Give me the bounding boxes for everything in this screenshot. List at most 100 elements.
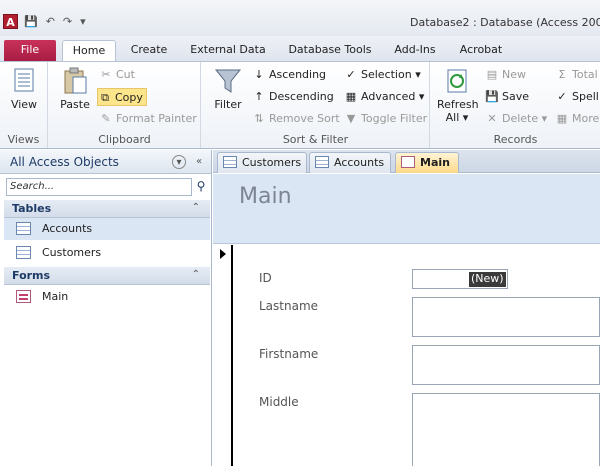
selection-button[interactable]: ✓ Selection ▾	[344, 66, 420, 84]
delete-label: Delete	[502, 112, 539, 125]
table-icon	[315, 156, 329, 168]
spelling-label: Spell	[572, 90, 599, 103]
refresh-sub-label: All	[445, 111, 460, 124]
selection-filter-icon: ✓	[346, 68, 356, 81]
delete-icon: ✕	[487, 112, 497, 125]
spelling-icon: ✓	[557, 90, 567, 103]
descending-label: Descending	[269, 90, 334, 103]
collapse-icon[interactable]: ⌃	[192, 269, 200, 280]
tab-create[interactable]: Create	[124, 40, 174, 61]
remove-sort-icon: ⇅	[254, 112, 264, 125]
refresh-all-button[interactable]: Refresh All ▾	[437, 66, 479, 124]
view-label: View	[10, 98, 38, 111]
redo-icon[interactable]: ↷	[63, 14, 72, 29]
copy-button[interactable]: ⧉ Copy	[97, 88, 147, 106]
more-button[interactable]: ▦ More	[555, 110, 599, 128]
tab-external-data[interactable]: External Data	[184, 40, 272, 61]
doc-tab-label: Accounts	[334, 156, 385, 169]
collapse-icon[interactable]: ⌃	[192, 202, 200, 213]
refresh-label: Refresh	[437, 98, 479, 111]
tab-add-ins[interactable]: Add-Ins	[386, 40, 444, 61]
table-icon	[223, 156, 237, 168]
nav-item-main[interactable]: Main	[4, 286, 210, 308]
views-group-label: Views	[7, 133, 40, 146]
middle-field[interactable]	[412, 393, 600, 466]
new-label: New	[502, 68, 526, 81]
scissors-icon: ✂	[101, 68, 111, 81]
form-icon	[401, 156, 415, 168]
firstname-field[interactable]	[412, 345, 600, 385]
save-record-button[interactable]: 💾 Save	[485, 88, 529, 106]
document-tab-bar: Customers Accounts Main	[213, 150, 600, 173]
sort-descending-button[interactable]: ↑ Descending	[252, 88, 334, 106]
nav-section-tables[interactable]: Tables ⌃	[4, 200, 210, 218]
nav-section-tables-label: Tables	[12, 202, 52, 215]
remove-sort-button[interactable]: ⇅ Remove Sort	[252, 110, 339, 128]
view-button[interactable]: View	[6, 66, 42, 111]
doc-tab-main[interactable]: Main	[395, 152, 459, 173]
tab-home[interactable]: Home	[62, 40, 116, 61]
sigma-icon: Σ	[558, 68, 566, 81]
nav-item-customers[interactable]: Customers	[4, 242, 210, 264]
nav-search-input[interactable]: Search...	[6, 178, 192, 196]
current-record-arrow-icon	[220, 249, 226, 259]
record-selector[interactable]	[213, 245, 233, 466]
new-record-button[interactable]: ▤ New	[485, 66, 526, 84]
ascending-label: Ascending	[269, 68, 327, 81]
ribbon-tab-bar: File Home Create External Data Database …	[0, 36, 600, 61]
search-icon[interactable]: ⚲	[192, 178, 210, 196]
spelling-button[interactable]: ✓ Spell	[555, 88, 599, 106]
lastname-field[interactable]	[412, 297, 600, 337]
copy-icon: ⧉	[101, 91, 109, 104]
cut-label: Cut	[116, 68, 135, 81]
nav-menu-dropdown-icon[interactable]: ▾	[172, 155, 186, 169]
clipboard-group: Paste ✂ Cut ⧉ Copy ✎ Format Painter Clipboa…	[49, 62, 201, 148]
copy-label: Copy	[115, 91, 143, 104]
doc-tab-customers[interactable]: Customers	[217, 152, 307, 173]
navigation-pane: All Access Objects ▾ « Search... ⚲ Table…	[0, 150, 212, 466]
tab-database-tools[interactable]: Database Tools	[282, 40, 378, 61]
toggle-filter-label: Toggle Filter	[361, 112, 428, 125]
lastname-label: Lastname	[259, 299, 319, 313]
shutter-bar-close-icon[interactable]: «	[192, 155, 206, 169]
toggle-filter-button[interactable]: ▼ Toggle Filter	[344, 110, 427, 128]
undo-icon[interactable]: ↶	[46, 14, 55, 29]
tab-file[interactable]: File	[4, 40, 56, 61]
filter-button[interactable]: Filter	[210, 66, 246, 111]
nav-item-label: Accounts	[42, 222, 93, 235]
tab-acrobat[interactable]: Acrobat	[452, 40, 510, 61]
new-record-value: (New)	[469, 272, 506, 287]
delete-record-button[interactable]: ✕ Delete ▾	[485, 110, 547, 128]
form-main: Main ID (New) Lastname Firstname Middle	[213, 174, 600, 466]
quick-access-toolbar: 💾 ↶ ↷ ▾	[24, 14, 86, 29]
ribbon: View Views Paste ✂ Cut ⧉ Copy ✎ Format Pain…	[0, 61, 600, 149]
customize-toolbar-icon[interactable]: ▾	[80, 14, 86, 29]
sort-ascending-button[interactable]: ↓ Ascending	[252, 66, 326, 84]
table-icon	[16, 246, 31, 259]
doc-tab-label: Customers	[242, 156, 302, 169]
records-group-label: Records	[493, 133, 538, 146]
middle-label: Middle	[259, 395, 299, 409]
format-painter-button[interactable]: ✎ Format Painter	[99, 110, 196, 128]
advanced-button[interactable]: ▦ Advanced ▾	[344, 88, 425, 106]
nav-section-forms-label: Forms	[12, 269, 51, 282]
nav-item-accounts[interactable]: Accounts	[4, 218, 210, 240]
access-app-icon[interactable]: A	[3, 14, 18, 29]
clipboard-group-label: Clipboard	[98, 133, 151, 146]
nav-item-label: Main	[42, 290, 69, 303]
nav-section-forms[interactable]: Forms ⌃	[4, 267, 210, 285]
nav-pane-header[interactable]: All Access Objects ▾ «	[0, 150, 211, 174]
cut-button[interactable]: ✂ Cut	[99, 66, 135, 84]
advanced-label: Advanced	[361, 90, 416, 103]
save-icon[interactable]: 💾	[24, 14, 38, 29]
totals-button[interactable]: Σ Total	[555, 66, 598, 84]
nav-pane-title: All Access Objects	[10, 155, 119, 169]
firstname-label: Firstname	[259, 347, 319, 361]
records-group: Refresh All ▾ ▤ New 💾 Save ✕ Delete ▾ Σ Tota…	[431, 62, 600, 148]
view-icon	[14, 68, 34, 92]
paste-button[interactable]: Paste	[57, 66, 93, 111]
window-title: Database2 : Database (Access 2007) -	[410, 16, 600, 29]
id-field[interactable]: (New)	[412, 269, 508, 289]
sort-filter-group-label: Sort & Filter	[282, 133, 349, 146]
doc-tab-accounts[interactable]: Accounts	[309, 152, 391, 173]
